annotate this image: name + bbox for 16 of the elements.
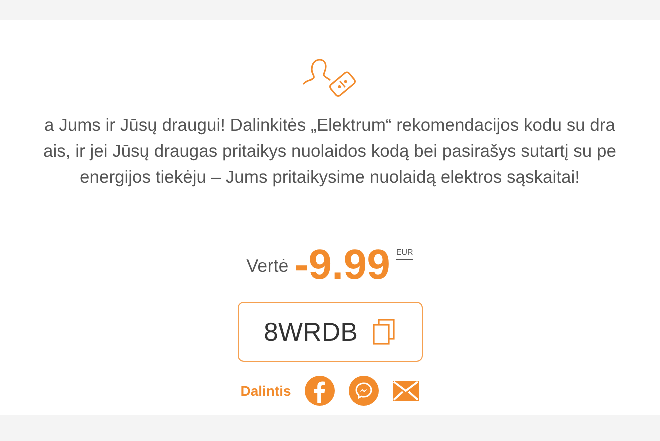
discount-amount: -9.99	[294, 244, 390, 286]
copy-icon	[372, 319, 396, 345]
description-text: ais, ir jei Jūsų draugas pritaikys nuolaidos kodą bei pasirašys sutartį su pe	[44, 140, 616, 163]
referral-code: 8WRDB	[264, 316, 358, 348]
currency-label: EUR	[396, 248, 414, 260]
description-text: a Jums ir Jūsų draugui! Dalinkitės „Elektrum“ rekomendacijos kodu su dra	[44, 114, 616, 137]
share-button[interactable]	[305, 376, 336, 406]
share-button[interactable]	[349, 376, 380, 406]
copy-button[interactable]	[372, 319, 396, 345]
messenger-icon	[349, 376, 380, 406]
envelope-icon	[393, 381, 420, 401]
value-label: Vertė	[246, 256, 289, 277]
description-text: energijos tiekėju – Jums pritaikysime nuolaidą elektros sąskaitai!	[80, 166, 580, 189]
share-label: Dalintis	[240, 383, 292, 399]
share-button[interactable]	[393, 381, 420, 401]
facebook-icon	[305, 376, 336, 406]
